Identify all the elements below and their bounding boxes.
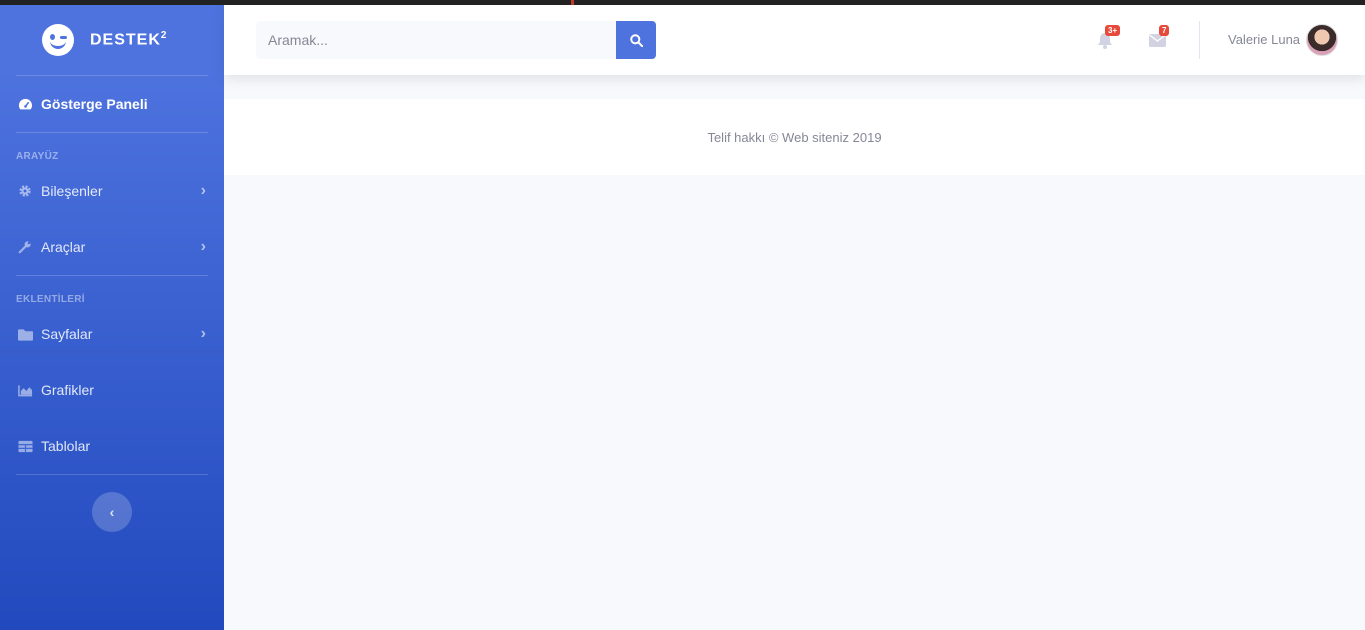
wrench-icon bbox=[17, 239, 33, 255]
chevron-right-icon: › bbox=[200, 182, 206, 199]
sidebar-toggle-button[interactable]: ‹ bbox=[92, 492, 132, 532]
footer: Telif hakkı © Web siteniz 2019 bbox=[224, 99, 1365, 175]
sidebar-item-label: Tablolar bbox=[41, 438, 91, 454]
copyright-text: Telif hakkı © Web siteniz 2019 bbox=[707, 129, 882, 145]
chevron-right-icon: › bbox=[200, 325, 206, 342]
sidebar-item-label: Bileşenler bbox=[41, 183, 103, 199]
sidebar-item-components[interactable]: Bileşenler › bbox=[0, 163, 224, 219]
chevron-left-icon: ‹ bbox=[109, 504, 115, 520]
table-icon bbox=[17, 438, 33, 454]
search-input[interactable] bbox=[256, 21, 616, 59]
sidebar-item-label: Araçlar bbox=[41, 239, 86, 255]
cog-icon bbox=[17, 183, 33, 199]
sidebar-toggle-wrap: ‹ bbox=[0, 475, 224, 532]
tachometer-icon bbox=[17, 96, 33, 112]
messages-dropdown[interactable]: 7 bbox=[1147, 25, 1170, 49]
brand-name: DESTEK2 bbox=[90, 30, 168, 49]
sidebar: DESTEK2 Gösterge Paneli ARAYÜZ Bileşenle… bbox=[0, 5, 224, 630]
folder-icon bbox=[17, 326, 33, 342]
alerts-dropdown[interactable]: 3+ bbox=[1095, 25, 1121, 49]
search-button[interactable] bbox=[616, 21, 656, 59]
avatar[interactable] bbox=[1306, 24, 1338, 56]
browser-top-strip bbox=[0, 0, 1365, 5]
search-icon bbox=[629, 33, 643, 47]
sidebar-item-dashboard[interactable]: Gösterge Paneli bbox=[0, 76, 224, 132]
sidebar-item-label: Grafikler bbox=[41, 382, 94, 398]
sidebar-heading-addons: EKLENTİLERİ bbox=[16, 294, 85, 305]
search-form bbox=[256, 21, 656, 59]
chevron-right-icon: › bbox=[200, 238, 206, 255]
sidebar-item-charts[interactable]: Grafikler bbox=[0, 362, 224, 418]
top-strip-marker bbox=[571, 0, 574, 5]
messages-count-badge: 7 bbox=[1159, 25, 1170, 36]
user-name[interactable]: Valerie Luna bbox=[1228, 32, 1300, 47]
sidebar-heading-interface: ARAYÜZ bbox=[16, 151, 59, 162]
sidebar-item-tables[interactable]: Tablolar bbox=[0, 418, 224, 474]
topbar: 3+ 7 Valerie Luna bbox=[224, 5, 1365, 75]
laugh-wink-icon bbox=[42, 24, 74, 56]
sidebar-brand[interactable]: DESTEK2 bbox=[0, 5, 224, 75]
alerts-count-badge: 3+ bbox=[1105, 25, 1121, 36]
sidebar-item-pages[interactable]: Sayfalar › bbox=[0, 306, 224, 362]
sidebar-item-label: Sayfalar bbox=[41, 326, 93, 342]
sidebar-item-label: Gösterge Paneli bbox=[41, 96, 148, 112]
topbar-divider bbox=[1199, 21, 1200, 59]
chart-area-icon bbox=[17, 382, 33, 398]
sidebar-item-utilities[interactable]: Araçlar › bbox=[0, 219, 224, 275]
